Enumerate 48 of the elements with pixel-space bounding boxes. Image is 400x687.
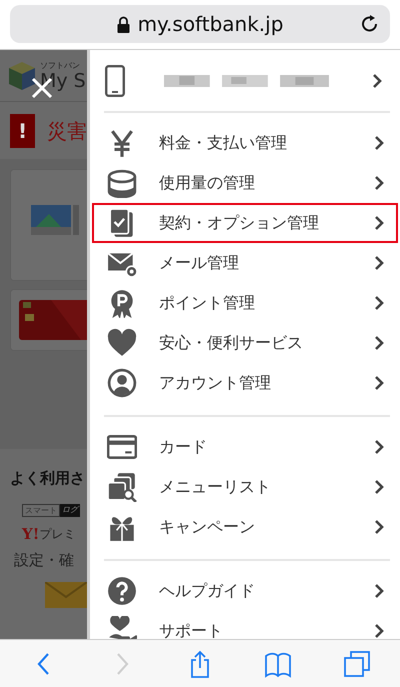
search-documents-icon xyxy=(107,472,137,502)
cylinder-icon xyxy=(107,168,137,198)
chevron-icon xyxy=(374,215,384,231)
menu-item[interactable]: 使用量の管理 xyxy=(92,163,398,203)
help-icon xyxy=(107,576,137,606)
section-title: よく利用さ xyxy=(9,468,86,488)
premium-mark: Y! xyxy=(22,525,40,543)
menu-item[interactable]: メール管理 xyxy=(92,243,398,283)
heart-icon xyxy=(107,328,137,358)
menu-item[interactable]: メニューリスト xyxy=(92,467,398,507)
chevron-icon xyxy=(374,479,384,495)
chevron-icon xyxy=(372,72,382,88)
heart-hand-icon xyxy=(107,616,137,639)
menu-item[interactable]: カード xyxy=(92,427,398,467)
menu-item[interactable]: アカウント管理 xyxy=(92,363,398,403)
address-bar[interactable]: my.softbank.jp xyxy=(10,5,390,43)
card-icon xyxy=(107,432,137,462)
cube-logo-icon xyxy=(8,60,36,90)
tabs-icon xyxy=(342,650,371,678)
settings-text: 設定・確 xyxy=(14,551,75,570)
menu-item[interactable]: 契約・オプション管理 xyxy=(92,203,398,243)
menu-item[interactable]: ポイント管理 xyxy=(92,283,398,323)
badge-text: ログ xyxy=(60,504,80,517)
chevron-icon xyxy=(374,375,384,391)
menu-item[interactable]: キャンペーン xyxy=(92,507,398,547)
menu-item[interactable]: ヘルプガイド xyxy=(92,571,398,611)
chevron-icon xyxy=(374,519,384,535)
chevron-icon xyxy=(374,335,384,351)
chevron-icon xyxy=(374,439,384,455)
menu-item[interactable]: サポート xyxy=(92,611,398,639)
chevron-icon xyxy=(374,583,384,599)
person-icon xyxy=(107,368,137,398)
lock-icon xyxy=(116,16,130,32)
chevron-icon xyxy=(374,175,384,191)
premium-text: プレミ xyxy=(39,526,76,542)
phone-icon xyxy=(105,64,125,96)
menu-item[interactable]: 料金・支払い管理 xyxy=(92,123,398,163)
reload-icon[interactable] xyxy=(360,14,380,34)
alert-icon: ! xyxy=(10,114,35,148)
chevron-icon xyxy=(374,255,384,271)
url-text: my.softbank.jp xyxy=(138,12,284,36)
chevron-icon xyxy=(374,135,384,151)
envelope-icon xyxy=(45,582,87,608)
alert-text: 災害 xyxy=(47,118,87,144)
logo-caption: ソフトバン xyxy=(40,60,81,71)
chevron-icon xyxy=(374,295,384,311)
chevron-icon xyxy=(374,623,384,639)
menu-item[interactable]: 安心・便利サービス xyxy=(92,323,398,363)
